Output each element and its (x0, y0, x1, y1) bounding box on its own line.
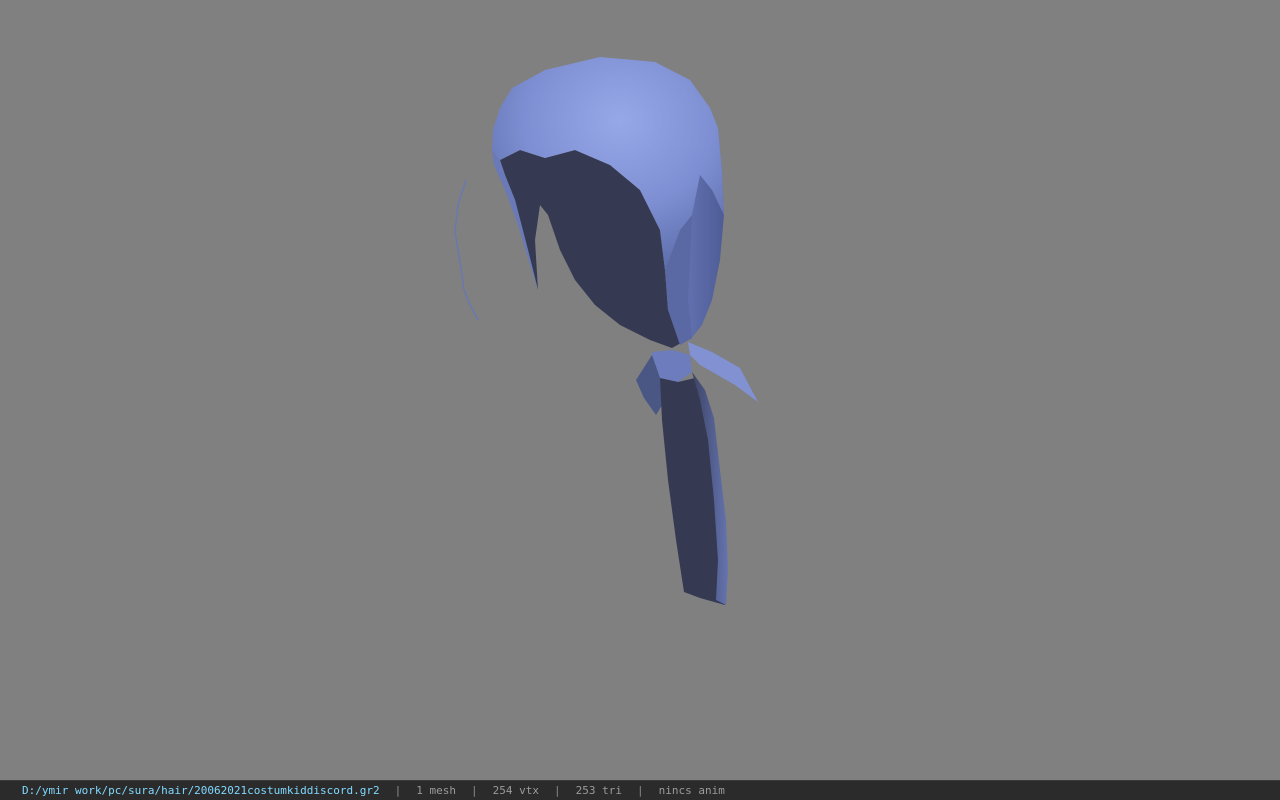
animation-status: nincs anim (658, 784, 725, 797)
status-bar: D:/ymir work/pc/sura/hair/20062021costum… (0, 780, 1280, 800)
vertex-count: 254 vtx (492, 784, 539, 797)
status-separator: | (394, 784, 402, 797)
status-separator: | (636, 784, 644, 797)
triangle-count: 253 tri (575, 784, 622, 797)
file-path: D:/ymir work/pc/sura/hair/20062021costum… (22, 784, 380, 797)
hair-strand-wire (454, 179, 479, 321)
hair-model-render (454, 57, 758, 605)
status-separator: | (471, 784, 478, 797)
status-separator: | (553, 784, 561, 797)
3d-viewport[interactable] (0, 0, 1280, 780)
mesh-count: 1 mesh (416, 784, 456, 797)
